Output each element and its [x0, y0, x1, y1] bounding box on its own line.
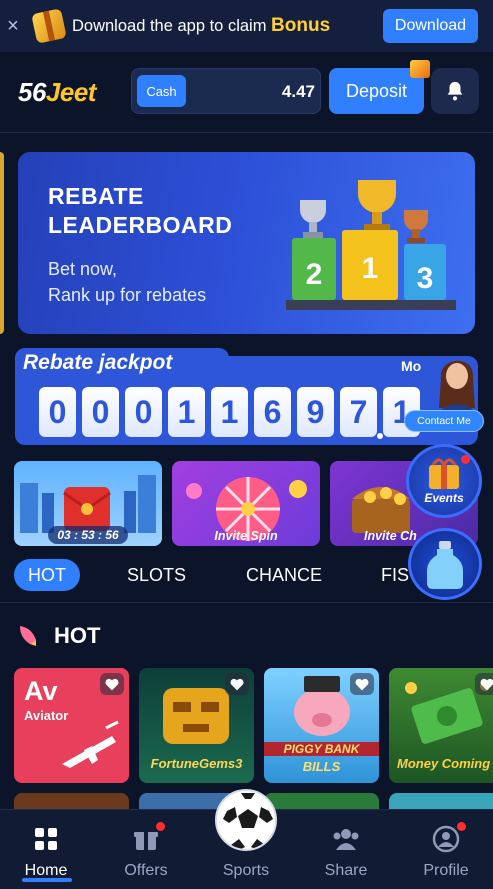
banner-text: Download the app to claim: [72, 17, 267, 35]
soccer-ball-icon[interactable]: [215, 789, 277, 851]
balance-amount: 4.47: [281, 82, 315, 101]
banner-title-line2: LEADERBOARD: [48, 212, 233, 238]
red-envelope-promo[interactable]: 03 : 53 : 56: [14, 461, 162, 546]
podium-third: 3: [417, 262, 434, 295]
game-tile[interactable]: [14, 793, 129, 809]
notification-button[interactable]: [431, 68, 479, 114]
game-name: Money Coming: [397, 756, 491, 771]
invite-spin-label: Invite Spin: [214, 529, 278, 543]
gift-icon: [133, 822, 165, 854]
podium-first: 1: [362, 252, 379, 285]
podium-second: 2: [306, 258, 323, 291]
category-tabs: HOT SLOTS CHANCE FIS: [14, 559, 493, 591]
download-banner: × Download the app to claim Bonus Downlo…: [0, 0, 493, 52]
jackpot-digit: 0: [82, 387, 119, 437]
tab-fishing[interactable]: FIS: [381, 559, 409, 591]
profile-icon: [432, 822, 466, 854]
gift-box-icon: [31, 8, 67, 44]
countdown-timer: 03 : 53 : 56: [48, 526, 128, 544]
jackpot-counter: 0 0 0 1 1 6 9 7 1: [39, 387, 420, 439]
favorite-heart-icon[interactable]: [100, 673, 124, 695]
game-tile[interactable]: [389, 793, 493, 809]
deposit-button[interactable]: Deposit: [329, 60, 430, 114]
nav-sports-label: Sports: [222, 862, 270, 879]
hot-section-title: HOT: [16, 623, 100, 649]
banner-subtitle-line1: Bet now,: [48, 259, 118, 279]
grid-icon: [34, 824, 58, 854]
gift-icon: [410, 60, 430, 78]
nav-profile-label: Profile: [423, 862, 469, 879]
logo-number: 56: [18, 77, 46, 107]
jackpot-digit: 7: [340, 387, 383, 439]
nav-offers[interactable]: Offers: [97, 810, 195, 889]
nav-profile[interactable]: Profile: [397, 810, 493, 889]
game-tile-aviator[interactable]: Av Aviator: [14, 668, 129, 783]
game-name: FortuneGems3: [150, 756, 243, 771]
tab-hot[interactable]: HOT: [14, 559, 80, 591]
cash-tag: Cash: [137, 75, 186, 107]
contact-me-button[interactable]: Contact Me: [404, 410, 484, 432]
banner-title: REBATE LEADERBOARD: [48, 182, 232, 240]
rocket-icon: [20, 626, 36, 646]
jackpot-digit: 6: [254, 387, 291, 437]
game-tile-fortune-gems-3[interactable]: FortuneGems3: [139, 668, 254, 783]
jackpot-digit: 0: [125, 387, 162, 437]
tab-chance[interactable]: CHANCE: [246, 559, 322, 591]
favorite-heart-icon[interactable]: [475, 673, 493, 695]
bonus-text: Bonus: [271, 15, 331, 36]
jackpot-digit: 0: [39, 387, 76, 437]
favorite-heart-icon[interactable]: [350, 673, 374, 695]
deposit-label: Deposit: [345, 80, 408, 101]
carousel-prev-peek[interactable]: [0, 152, 4, 334]
events-label: Events: [424, 491, 464, 505]
game-tile-piggy-bank-bills[interactable]: PIGGY BANK BILLS: [264, 668, 379, 783]
active-nav-indicator: [22, 878, 72, 882]
game-name-line1: PIGGY BANK: [264, 742, 379, 756]
section-title-text: HOT: [54, 623, 101, 648]
logo[interactable]: 56Jeet: [18, 77, 96, 108]
jackpot-title: Rebate jackpot: [23, 351, 173, 374]
invite-spin-promo[interactable]: Invite Spin: [172, 461, 320, 546]
trophy-podium-illustration: 2 1 3: [286, 180, 456, 310]
nav-share-label: Share: [324, 862, 368, 879]
banner-title-line1: REBATE: [48, 183, 144, 209]
download-button[interactable]: Download: [383, 9, 478, 43]
logo-word: Jeet: [45, 77, 97, 107]
app-screen: × Download the app to claim Bonus Downlo…: [0, 0, 493, 889]
banner-subtitle: Bet now, Rank up for rebates: [48, 256, 206, 308]
banner-message: Download the app to claim Bonus: [72, 15, 330, 37]
nav-offers-label: Offers: [124, 862, 168, 879]
users-icon: [331, 824, 361, 854]
events-float-button[interactable]: Events: [406, 444, 482, 518]
wallet-balance[interactable]: Cash 4.47: [131, 68, 321, 114]
game-tile-money-coming[interactable]: Money Coming: [389, 668, 493, 783]
notification-dot: [461, 455, 470, 464]
banner-subtitle-line2: Rank up for rebates: [48, 285, 207, 305]
jackpot-more-link[interactable]: Mo: [401, 358, 421, 374]
jackpot-digit: 9: [297, 387, 334, 437]
game-name-line2: BILLS: [302, 759, 341, 774]
notification-dot: [457, 822, 466, 831]
notification-dot: [156, 822, 165, 831]
jackpot-digit: 1: [211, 387, 248, 437]
bell-icon: [447, 81, 463, 101]
game-tile[interactable]: [264, 793, 379, 809]
tabs-divider: [0, 602, 493, 603]
header-divider: [0, 132, 493, 133]
close-icon[interactable]: ×: [0, 15, 26, 38]
favorite-heart-icon[interactable]: [225, 673, 249, 695]
nav-share[interactable]: Share: [297, 810, 395, 889]
support-agent-avatar: [437, 360, 477, 418]
tab-slots[interactable]: SLOTS: [127, 559, 186, 591]
header: 56Jeet Cash 4.47 Deposit: [0, 52, 493, 132]
jackpot-digit: 1: [168, 387, 205, 437]
rebate-leaderboard-banner[interactable]: REBATE LEADERBOARD Bet now, Rank up for …: [18, 152, 475, 334]
